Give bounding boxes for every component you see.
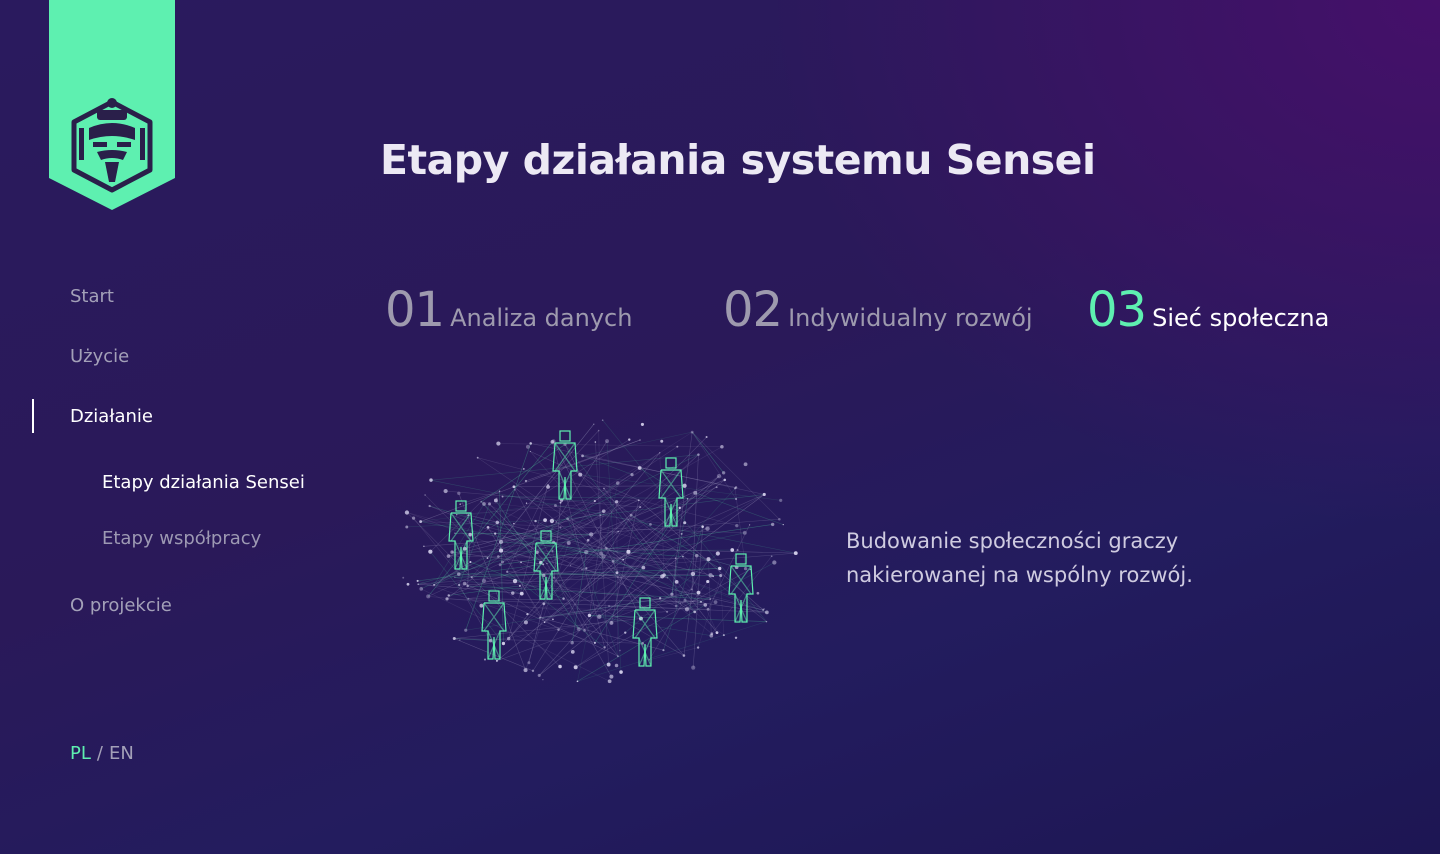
lang-en-link[interactable]: EN [109, 743, 134, 764]
step-01-tab[interactable]: 01 Analiza danych [385, 282, 632, 338]
step-description: Budowanie społeczności graczy nakierowan… [846, 529, 1193, 587]
logo-banner[interactable] [49, 0, 175, 210]
step-label: Sieć społeczna [1152, 304, 1330, 332]
nav-item-dzialanie[interactable]: Działanie [70, 406, 153, 427]
language-switch: PL / EN [70, 743, 134, 764]
social-network-people-illustration [388, 400, 808, 700]
lang-separator: / [96, 743, 103, 764]
nav-item-o-projekcie[interactable]: O projekcie [70, 595, 172, 616]
step-number: 01 [385, 282, 445, 338]
step-number: 03 [1087, 282, 1147, 338]
step-number: 02 [723, 282, 783, 338]
sensei-mask-icon [49, 0, 175, 210]
step-label: Indywidualny rozwój [788, 304, 1033, 332]
step-label: Analiza danych [450, 304, 633, 332]
nav-active-indicator [32, 399, 34, 433]
step-03-tab[interactable]: 03 Sieć społeczna [1087, 282, 1329, 338]
nav-subitem-etapy-wspolpracy[interactable]: Etapy współpracy [102, 528, 261, 549]
nav-subitem-etapy-dzialania[interactable]: Etapy działania Sensei [102, 472, 305, 493]
page-title: Etapy działania systemu Sensei [380, 136, 1096, 184]
nav-item-uzycie[interactable]: Użycie [70, 346, 129, 367]
lang-pl-link[interactable]: PL [70, 743, 91, 764]
nav-item-start[interactable]: Start [70, 286, 114, 307]
step-02-tab[interactable]: 02 Indywidualny rozwój [723, 282, 1033, 338]
